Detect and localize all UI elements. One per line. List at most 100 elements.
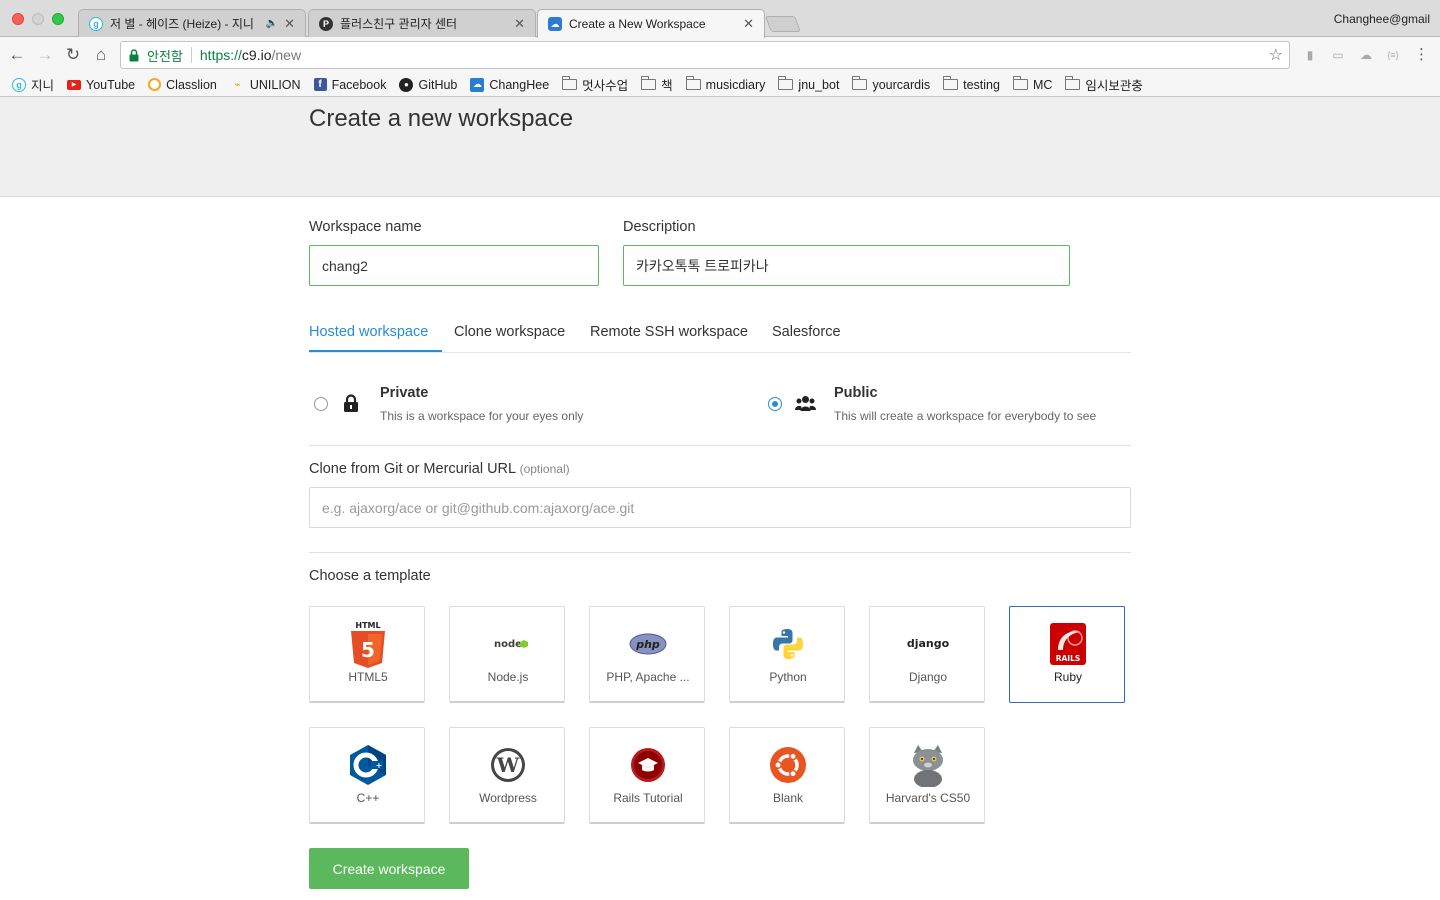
bookmark-folder[interactable]: 멋사수업 (562, 75, 628, 94)
workspace-type-tabs: Hosted workspace Clone workspace Remote … (309, 313, 1131, 353)
tab-remote-ssh-workspace[interactable]: Remote SSH workspace (590, 324, 748, 340)
public-title: Public (834, 385, 878, 401)
extension-icon[interactable]: {≡} (1386, 48, 1400, 62)
template-html5[interactable]: HTML 5 HTML 5 (309, 606, 425, 703)
url-path: /new (271, 47, 302, 63)
zoom-window-button[interactable] (52, 13, 64, 25)
close-tab-icon[interactable]: ✕ (514, 16, 525, 32)
reload-icon[interactable]: ↻ (63, 45, 83, 65)
clone-url-label: Clone from Git or Mercurial URL (optiona… (309, 461, 570, 477)
new-tab-button[interactable] (765, 16, 801, 32)
optional-hint: (optional) (519, 462, 570, 476)
template-label: Wordpress (479, 791, 537, 805)
plusfriend-icon: P (319, 16, 333, 31)
bookmark-folder[interactable]: 임시보관충 (1065, 75, 1143, 94)
django-icon: django (906, 622, 950, 666)
bookmark-folder[interactable]: MC (1012, 76, 1053, 92)
bookmark-facebook[interactable]: f Facebook (313, 78, 386, 92)
private-radio[interactable] (314, 397, 328, 411)
template-ruby[interactable]: RAILS Ruby (1009, 606, 1125, 703)
lock-icon (344, 394, 358, 412)
template-django[interactable]: django Django (869, 606, 985, 703)
description-label: Description (623, 219, 696, 235)
description-input[interactable]: 카카오톡톡 트로피카나 (623, 245, 1070, 286)
bookmark-label: UNILION (249, 77, 301, 92)
tab-salesforce[interactable]: Salesforce (772, 324, 841, 340)
bookmark-folder[interactable]: jnu_bot (778, 76, 839, 92)
folder-icon (778, 76, 794, 90)
divider (309, 445, 1131, 446)
tab-hosted-workspace[interactable]: Hosted workspace (309, 324, 428, 340)
ubuntu-icon (766, 743, 810, 787)
template-python[interactable]: Python (729, 606, 845, 703)
python-icon (766, 622, 810, 666)
close-window-button[interactable] (12, 13, 24, 25)
bookmark-genie[interactable]: g 지니 (12, 75, 54, 94)
bookmark-folder[interactable]: musicdiary (685, 76, 766, 92)
bookmark-label: GitHub (418, 77, 458, 92)
html5-icon: HTML 5 (346, 621, 390, 668)
folder-icon (852, 76, 868, 90)
facebook-icon: f (313, 78, 327, 91)
back-arrow-icon[interactable]: ← (7, 45, 27, 65)
template-label: Blank (772, 791, 804, 805)
tab-title: 저 별 - 헤이즈 (Heize) - 지니 (110, 17, 254, 31)
bookmark-label: Classlion (166, 77, 217, 92)
bookmark-unilion[interactable]: ⌁ UNILION (230, 78, 301, 92)
bookmark-github[interactable]: ● GitHub (399, 77, 458, 92)
template-label: C++ (356, 791, 380, 805)
svg-text:HTML: HTML (355, 621, 380, 630)
template-blank[interactable]: Blank (729, 727, 845, 824)
speaker-icon[interactable]: 🔈 (266, 18, 278, 29)
home-icon[interactable]: ⌂ (91, 45, 111, 65)
folder-icon (1012, 76, 1028, 90)
browser-titlebar: g 저 별 - 헤이즈 (Heize) - 지니 🔈 ✕ P 플러스친구 관리자… (0, 0, 1440, 38)
template-rails-tutorial[interactable]: Rails Tutorial (589, 727, 705, 824)
bookmark-folder[interactable]: yourcardis (852, 76, 930, 92)
browser-tab-genie[interactable]: g 저 별 - 헤이즈 (Heize) - 지니 🔈 ✕ (78, 9, 306, 37)
svg-text:5: 5 (361, 638, 375, 662)
extension-icon[interactable]: ▮ (1303, 48, 1317, 62)
close-tab-icon[interactable]: ✕ (284, 16, 295, 32)
bookmark-label: testing (963, 77, 1000, 92)
public-radio[interactable] (768, 397, 782, 411)
genie-icon: g (12, 77, 26, 92)
create-workspace-button[interactable]: Create workspace (309, 848, 469, 889)
bookmark-classlion[interactable]: Classlion (148, 78, 217, 92)
bookmark-folder[interactable]: 책 (641, 75, 673, 94)
minimize-window-button[interactable] (32, 13, 44, 25)
clone-url-input[interactable]: e.g. ajaxorg/ace or git@github.com:ajaxo… (309, 487, 1131, 528)
tab-title: 플러스친구 관리자 센터 (340, 17, 458, 31)
svg-text:W: W (496, 753, 520, 777)
bookmark-folder[interactable]: testing (943, 76, 1000, 92)
github-icon: ● (399, 77, 414, 92)
bookmark-youtube[interactable]: ▶ YouTube (67, 78, 135, 92)
browser-tab-plusfriend[interactable]: P 플러스친구 관리자 센터 ✕ (308, 9, 536, 37)
bookmark-star-icon[interactable]: ☆ (1269, 45, 1283, 65)
bookmark-label: MC (1032, 77, 1053, 92)
workspace-name-input[interactable]: chang2 (309, 245, 599, 286)
close-tab-icon[interactable]: ✕ (743, 16, 754, 32)
svg-text:php: php (635, 638, 660, 651)
browser-toolbar: ← → ↻ ⌂ 안전함 https://c9.io/new ☆ ▮ ▭ ☁ {≡… (0, 37, 1440, 73)
bookmark-changhee[interactable]: ☁ ChangHee (470, 77, 549, 92)
forward-arrow-icon[interactable]: → (35, 45, 55, 65)
extension-icon[interactable]: ▭ (1331, 48, 1345, 62)
template-nodejs[interactable]: node Node.js (449, 606, 565, 703)
secure-label: 안전함 (147, 48, 183, 64)
template-php[interactable]: php PHP, Apache ... (589, 606, 705, 703)
tab-clone-workspace[interactable]: Clone workspace (454, 324, 565, 340)
bookmark-label: 지니 (31, 79, 55, 93)
template-cs50[interactable]: Harvard's CS50 (869, 727, 985, 824)
extension-icon[interactable]: ☁ (1359, 48, 1373, 62)
template-label: Ruby (1053, 670, 1082, 684)
private-description: This is a workspace for your eyes only (380, 409, 584, 423)
browser-tab-c9[interactable]: ☁ Create a New Workspace ✕ (537, 9, 765, 38)
bookmark-label: musicdiary (705, 77, 766, 92)
menu-kebab-icon[interactable]: ⋮ (1414, 47, 1429, 62)
profile-name[interactable]: Changhee@gmail (1334, 12, 1430, 26)
template-wordpress[interactable]: W Wordpress (449, 727, 565, 824)
nodejs-icon: node (486, 622, 530, 666)
address-bar[interactable]: 안전함 https://c9.io/new ☆ (120, 41, 1290, 69)
template-cpp[interactable]: + C++ (309, 727, 425, 824)
